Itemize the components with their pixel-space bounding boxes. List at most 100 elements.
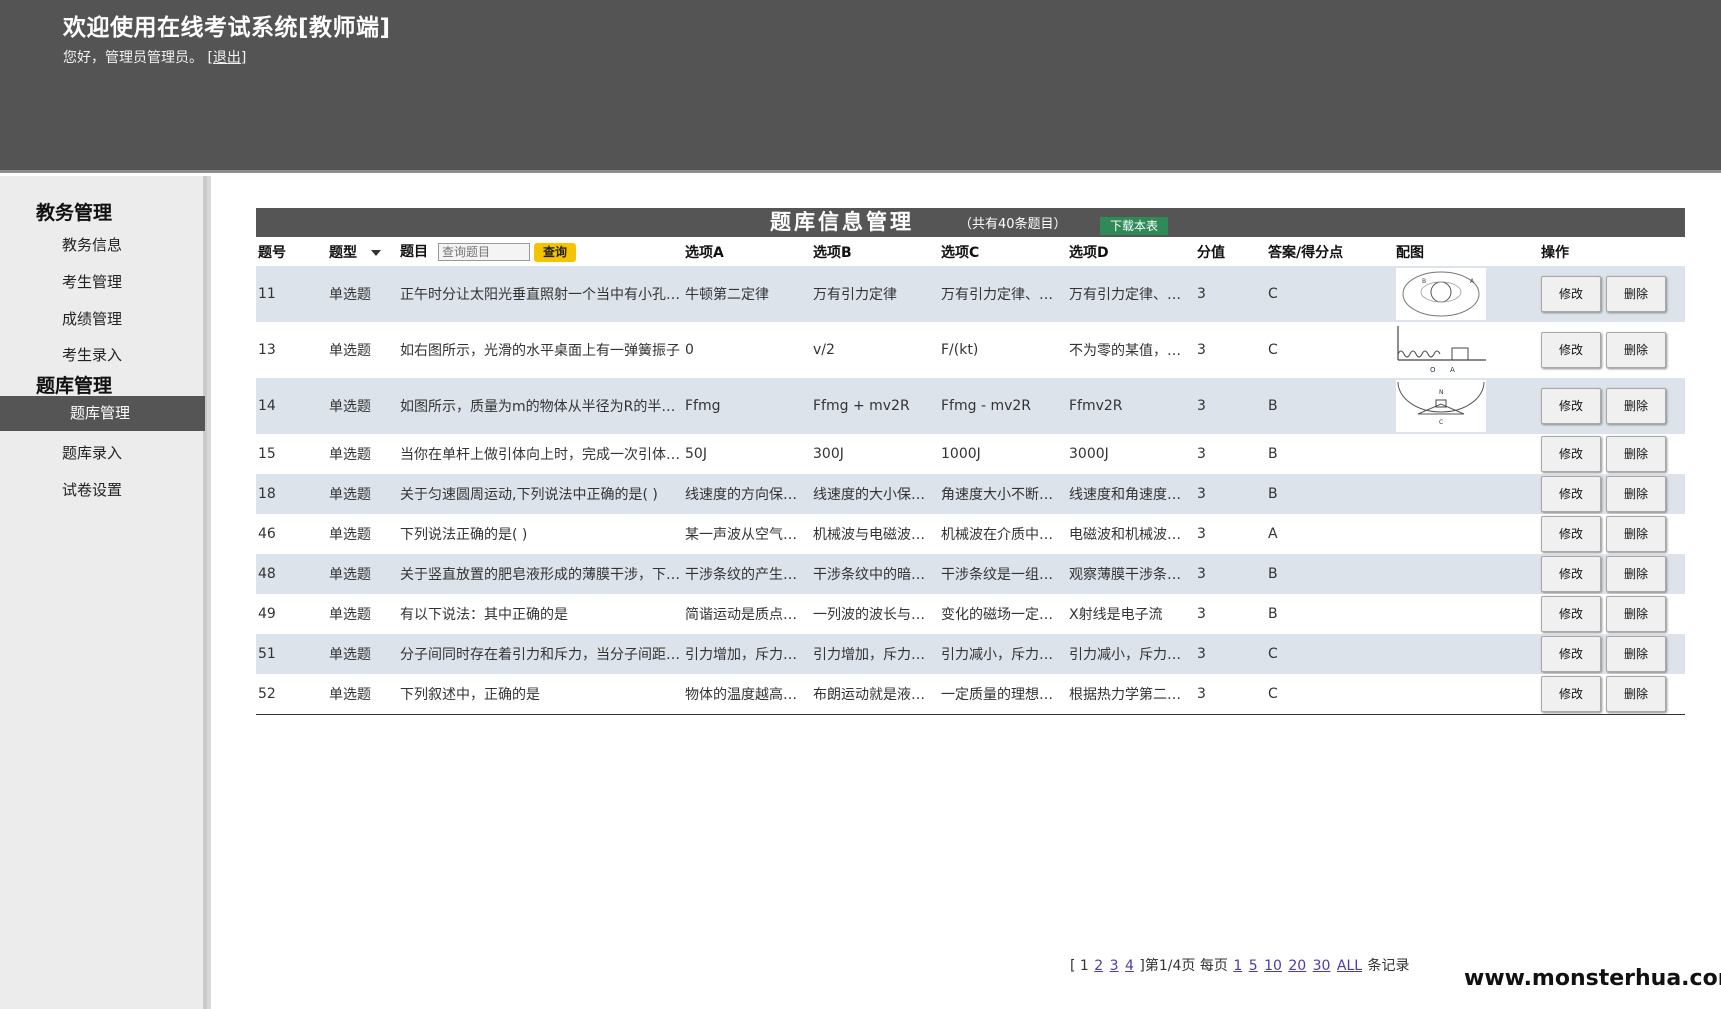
cell-id: 46 [258,526,276,542]
sidebar: 教务管理 教务信息 考生管理 成绩管理 考生录入 题库管理 题库管理 题库录入 … [0,176,207,1009]
col-header-question: 题目 查询 [398,237,683,266]
cell-id: 15 [258,446,276,462]
sidebar-item-academic-info[interactable]: 教务信息 [62,234,122,255]
pager-page-link[interactable]: 2 [1094,958,1103,974]
cell-option-a: 干涉条纹的产生是由于光在薄膜前后两表面反射 [685,567,811,583]
cell-type: 单选题 [329,447,371,463]
cell-option-a: 引力增加，斥力减小 [685,647,811,663]
delete-button[interactable]: 删除 [1606,675,1666,712]
cell-option-d: Ffmv2R [1069,398,1123,414]
download-table-button[interactable]: 下载本表 [1100,217,1168,235]
cell-image [1394,674,1539,714]
cell-score: 3 [1197,446,1206,462]
table-row: 51 单选题 分子间同时存在着引力和斥力，当分子间距增加时 引力增加，斥力减小 引力增加… [256,634,1685,674]
svg-text:B: B [1422,278,1426,285]
edit-button[interactable]: 修改 [1541,332,1601,368]
edit-button[interactable]: 修改 [1541,636,1601,672]
delete-button[interactable]: 删除 [1606,556,1666,592]
cell-question: 下列说法正确的是( ) [400,527,528,543]
delete-button[interactable]: 删除 [1606,476,1666,512]
edit-button[interactable]: 修改 [1541,276,1601,312]
svg-text:C: C [1439,419,1443,426]
cell-answer: A [1268,526,1278,542]
page-size-link[interactable]: 30 [1313,958,1331,974]
cell-option-b: Ffmg + mv2R [813,398,910,414]
pager-page-link[interactable]: 4 [1125,958,1134,974]
cell-option-d: 万有引力定律、牛顿第三定律 [1069,287,1195,303]
cell-option-a: 某一声波从空气射入水中 [685,527,811,543]
table-title-bar: 题库信息管理 （共有40条题目） 下载本表 [256,208,1685,237]
cell-actions: 修改 删除 [1539,634,1685,674]
edit-button[interactable]: 修改 [1541,476,1601,512]
sidebar-item-question-bank[interactable]: 题库管理 [0,396,205,431]
pager-page-link[interactable]: 3 [1110,958,1119,974]
table-row: 15 单选题 当你在单杆上做引体向上时，完成一次引体向上动作50J 300J 1000J… [256,434,1685,474]
cell-option-b: v/2 [813,342,835,358]
edit-button[interactable]: 修改 [1541,596,1601,632]
cell-actions: 修改 删除 [1539,594,1685,634]
cell-image: BA [1394,266,1539,322]
bowl-diagram-image: NC [1396,380,1486,432]
cell-score: 3 [1197,566,1206,582]
edit-button[interactable]: 修改 [1541,556,1601,592]
cell-question: 当你在单杆上做引体向上时，完成一次引体向上动作 [400,447,683,463]
edit-button[interactable]: 修改 [1541,436,1601,472]
pagination: [ 1 2 3 4 ]第1/4页 每页 1 5 10 20 30 ALL 条记录 [1070,955,1410,975]
cell-image: OA [1394,322,1539,378]
sidebar-item-students[interactable]: 考生管理 [62,271,122,292]
page-size-link[interactable]: ALL [1337,958,1362,974]
cell-question: 正午时分让太阳光垂直照射一个当中有小孔的黑纸板 [400,287,683,303]
cell-answer: C [1268,685,1278,702]
delete-button[interactable]: 删除 [1606,596,1666,632]
search-input[interactable] [438,243,530,262]
edit-button[interactable]: 修改 [1541,388,1601,424]
table-header-row: 题号 题型 题目查询 选项A 选项B 选项C 选项D 分值 答案/得分点 配图 … [256,237,1685,266]
cell-option-c: 1000J [941,446,981,462]
page-size-link[interactable]: 10 [1264,958,1282,974]
page-size-link[interactable]: 1 [1233,958,1242,974]
cell-image [1394,434,1539,474]
delete-button[interactable]: 删除 [1606,332,1666,368]
delete-button[interactable]: 删除 [1606,436,1666,472]
watermark: www.monsterhua.com [1464,966,1721,991]
table-row: 49 单选题 有以下说法：其中正确的是 简谐运动是质点所受的合外力一列波的波长与障碍物… [256,594,1685,634]
delete-button[interactable]: 删除 [1606,388,1666,424]
cell-option-c: 干涉条纹是一组水平的直线 [941,567,1067,583]
cell-option-b: 机械波与电磁波都可以在真空中传播 [813,527,939,543]
cell-id: 13 [258,342,276,358]
sidebar-item-scores[interactable]: 成绩管理 [62,308,122,329]
table-body: 11 单选题 正午时分让太阳光垂直照射一个当中有小孔的黑纸板牛顿第二定律 万有引力定律… [256,266,1685,714]
cell-id: 52 [258,685,276,702]
page-size-link[interactable]: 20 [1288,958,1306,974]
page-size-link[interactable]: 5 [1249,958,1258,974]
svg-text:A: A [1450,366,1455,374]
cell-id: 51 [258,646,276,662]
edit-button[interactable]: 修改 [1541,516,1601,552]
cell-option-a: 50J [685,446,707,462]
sidebar-item-add-question[interactable]: 题库录入 [62,442,122,463]
cell-actions: 修改 删除 [1539,266,1685,322]
sidebar-item-exam-settings[interactable]: 试卷设置 [62,479,122,500]
logout-link[interactable]: [退出] [207,50,246,66]
col-header-answer: 答案/得分点 [1268,244,1344,261]
delete-button[interactable]: 删除 [1606,636,1666,672]
cell-actions: 修改 删除 [1539,674,1685,714]
cell-type: 单选题 [329,287,371,303]
col-header-score: 分值 [1197,244,1225,261]
cell-option-c: 一定质量的理想气体从外界吸收热量 [941,686,1067,703]
svg-text:O: O [1430,366,1436,374]
sidebar-item-add-student[interactable]: 考生录入 [62,344,122,365]
cell-id: 14 [258,398,276,414]
delete-button[interactable]: 删除 [1606,276,1666,312]
edit-button[interactable]: 修改 [1541,675,1601,712]
spring-diagram-image: OA [1396,324,1486,376]
type-filter-dropdown-icon[interactable] [371,248,381,258]
cell-question: 关于竖直放置的肥皂液形成的薄膜干涉，下列说法正确的是 [400,567,683,583]
col-header-type-label: 题型 [329,244,357,261]
cell-option-d: 引力减小，斥力减小 [1069,647,1195,663]
search-button[interactable]: 查询 [534,242,576,262]
cell-question: 关于匀速圆周运动,下列说法中正确的是( ) [400,487,658,503]
cell-score: 3 [1197,526,1206,542]
cell-actions: 修改 删除 [1539,554,1685,594]
delete-button[interactable]: 删除 [1606,516,1666,552]
